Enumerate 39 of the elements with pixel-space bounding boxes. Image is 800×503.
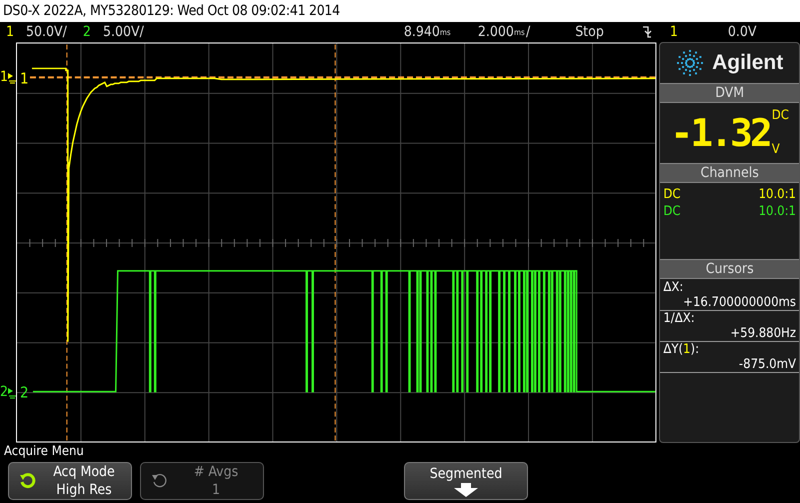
channel-number: 1 [6, 24, 14, 40]
section-header: Cursors [660, 259, 799, 279]
probe-ratio: 10.0:1 [758, 204, 796, 219]
dvm-coupling: DC [772, 109, 789, 123]
spark-logo-icon [676, 49, 704, 77]
trigger-source: 1 [670, 24, 678, 40]
cursor-value: +59.880Hz [660, 326, 799, 342]
ground-icon [8, 70, 18, 84]
channel-marker-label: 2 [20, 384, 28, 402]
down-arrow-icon [453, 483, 479, 497]
cursor-label: ΔY(1): [662, 342, 700, 357]
channel-marker-label: 2 [0, 385, 8, 399]
section-header: Channels [660, 163, 799, 183]
channel-number: 2 [82, 24, 91, 40]
cycle-icon [151, 472, 169, 490]
cursor-value: -875.0mV [660, 357, 799, 373]
probe-ratio: 10.0:1 [758, 187, 796, 202]
menu-title: Acquire Menu [3, 443, 85, 460]
ground-icon [8, 385, 18, 399]
vertical-scale: 5.00V/ [102, 24, 144, 40]
dvm-reading: -1.32 [670, 111, 770, 155]
channel-coupling: DC [663, 204, 681, 219]
softkey[interactable]: Segmented [404, 462, 528, 500]
section-header: DVM [660, 83, 799, 103]
vertical-scale: 50.0V/ [26, 24, 67, 40]
falling-edge-icon [642, 26, 652, 38]
dvm-unit: V [772, 143, 780, 157]
trigger-level: 0.0V [728, 24, 756, 40]
cursor-label: ΔX: [662, 280, 684, 295]
window-title: DS0-X 2022A, MY53280129: Wed Oct 08 09:02:41 2014 [0, 0, 800, 22]
cursor-value: +16.700000000ms [660, 295, 799, 311]
cursor-label: 1/ΔX: [662, 311, 696, 326]
channel-marker-label: 1 [20, 69, 28, 88]
channel-marker-label: 1 [0, 70, 8, 84]
run-state: Stop [575, 24, 604, 40]
cycle-icon [19, 472, 37, 490]
brand-logo: Agilent [712, 51, 784, 75]
channel-coupling: DC [663, 187, 681, 202]
softkey[interactable]: Acq Mode High Res [8, 462, 132, 500]
